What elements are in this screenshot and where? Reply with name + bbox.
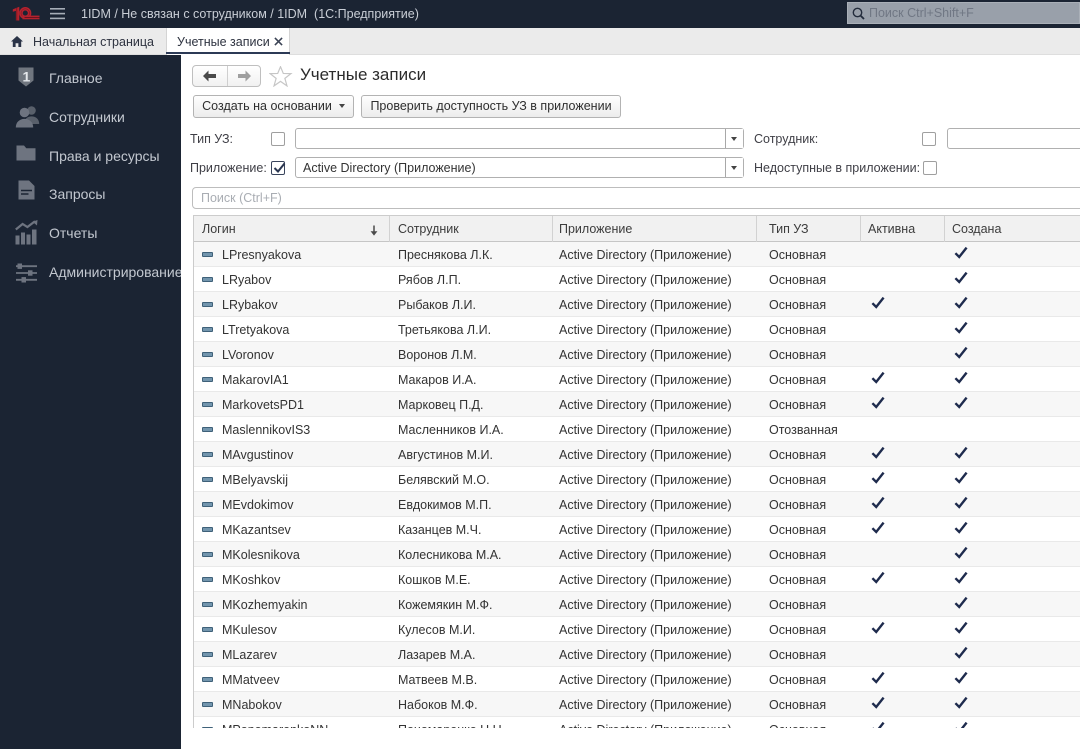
- svg-text:1: 1: [23, 68, 31, 84]
